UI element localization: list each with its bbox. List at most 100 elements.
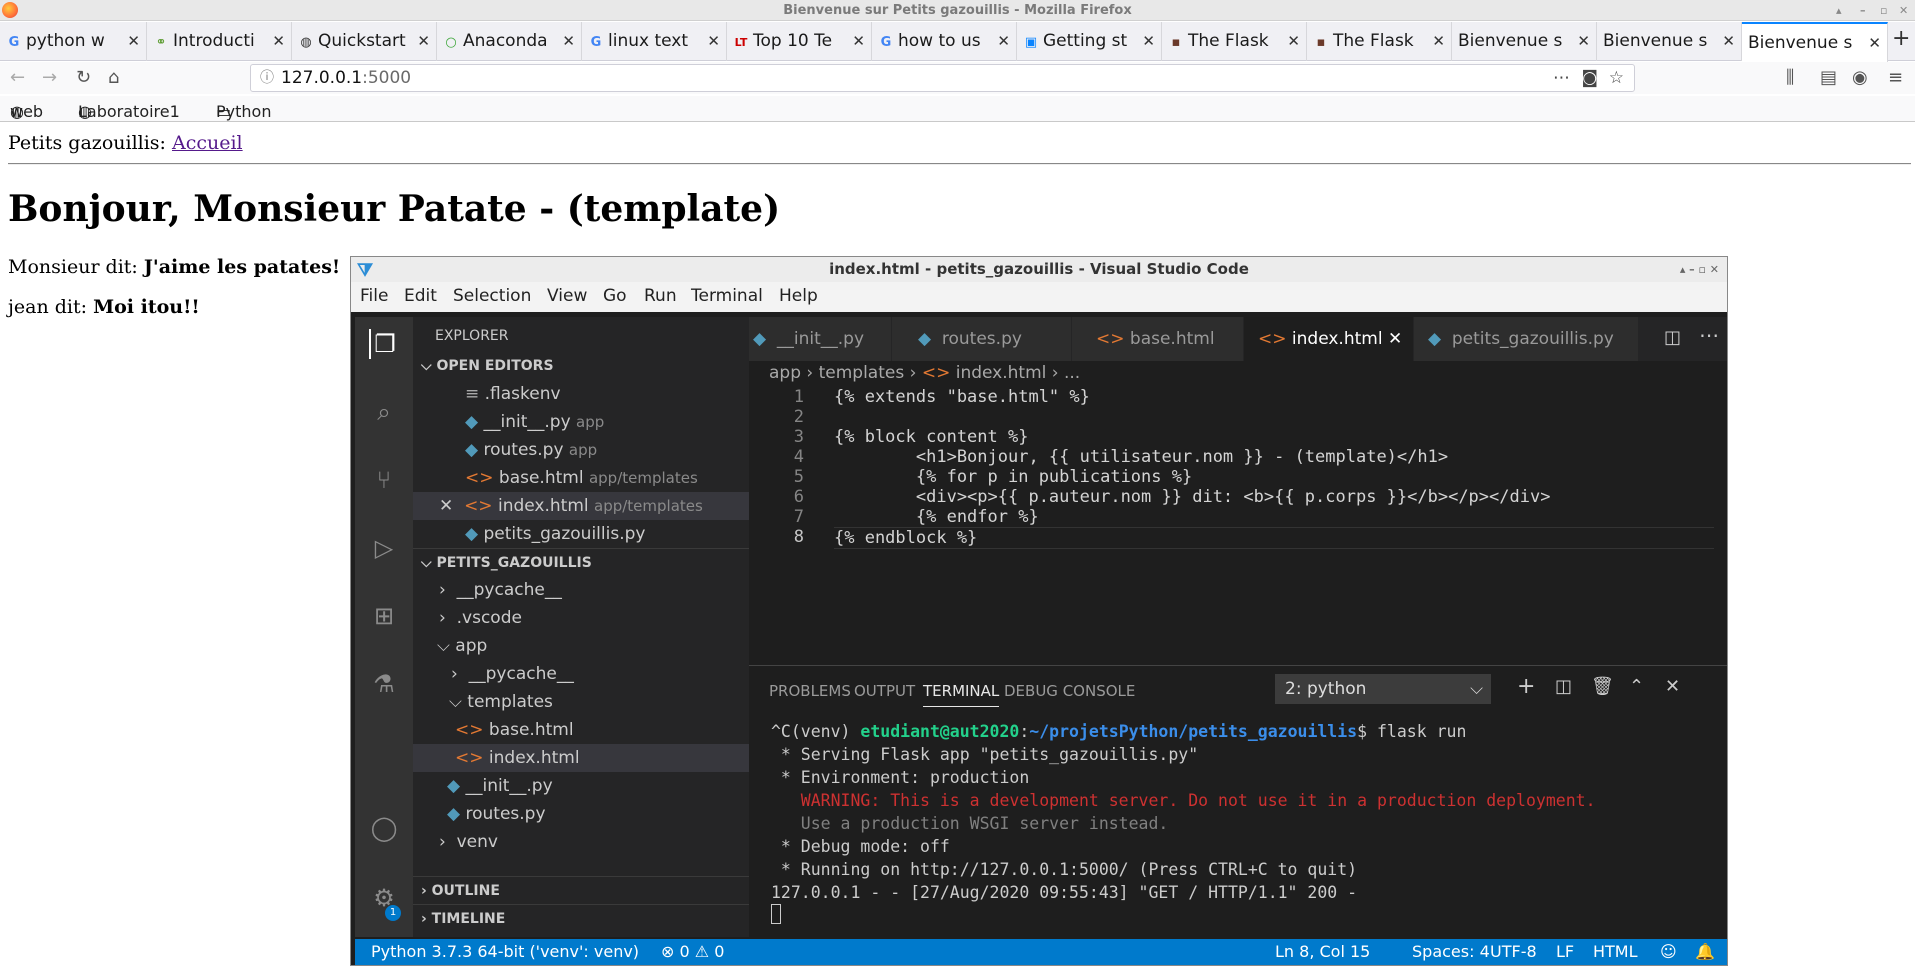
tree-file[interactable]: ◆ routes.py — [413, 800, 749, 828]
menu-icon[interactable]: ≡ — [1888, 66, 1903, 90]
browser-tab[interactable]: Gpython w ✕ — [0, 22, 147, 61]
run-debug-icon[interactable]: ▷ — [369, 533, 399, 563]
split-terminal-icon[interactable]: ◫ — [1555, 676, 1572, 697]
close-panel-icon[interactable]: ✕ — [1665, 676, 1680, 697]
tree-folder[interactable]: › __pycache__ — [413, 660, 749, 688]
close-tab-icon[interactable]: ✕ — [852, 22, 865, 61]
menu-edit[interactable]: Edit — [404, 286, 437, 306]
breadcrumb-item[interactable]: index.html — [956, 363, 1047, 383]
tab-base-html[interactable]: <> base.html — [1072, 317, 1244, 361]
breadcrumb-item[interactable]: templates — [819, 363, 905, 383]
close-tab-icon[interactable]: ✕ — [707, 22, 720, 61]
breadcrumb-item[interactable]: ... — [1064, 363, 1080, 383]
close-tab-icon[interactable]: ✕ — [1868, 24, 1881, 62]
explorer-icon[interactable]: ❐ — [369, 329, 399, 359]
sidebar-icon[interactable]: ▤ — [1820, 66, 1837, 90]
open-editor-item[interactable]: ◆ routes.py app — [413, 436, 749, 464]
close-tab-icon[interactable]: ✕ — [562, 22, 575, 61]
forward-icon[interactable]: → — [42, 66, 57, 90]
language-mode[interactable]: HTML — [1593, 939, 1638, 965]
back-icon[interactable]: ← — [10, 66, 25, 90]
problems-count[interactable]: ⊗ 0 ⚠ 0 — [661, 939, 724, 965]
close-tab-icon[interactable]: ✕ — [1722, 22, 1735, 61]
page-actions-icon[interactable]: ⋯ — [1553, 65, 1570, 91]
tab-terminal[interactable]: TERMINAL — [923, 682, 1000, 707]
tree-folder[interactable]: › venv — [413, 828, 749, 856]
home-icon[interactable]: ⌂ — [108, 66, 119, 90]
browser-tab[interactable]: ▪ The Flask ✕ — [1162, 22, 1307, 61]
new-tab-icon[interactable]: + — [1892, 26, 1910, 51]
menu-go[interactable]: Go — [603, 286, 627, 306]
minimize-icon[interactable]: – — [1860, 0, 1866, 21]
tree-folder[interactable]: ⌵ app — [413, 632, 749, 660]
close-tab-icon[interactable]: ✕ — [1142, 22, 1155, 61]
close-editor-icon[interactable]: ✕ — [439, 496, 453, 516]
tree-file[interactable]: <> base.html — [413, 716, 749, 744]
project-header[interactable]: ⌵ PETITS_GAZOUILLIS — [413, 548, 749, 576]
home-link[interactable]: Accueil — [172, 132, 243, 154]
browser-tab[interactable]: ▪ The Flask ✕ — [1307, 22, 1452, 61]
encoding[interactable]: UTF-8 — [1490, 939, 1537, 965]
library-icon[interactable]: ⫼ — [1786, 66, 1794, 90]
tab-petits-gazouillis-py[interactable]: ◆ petits_gazouillis.py — [1414, 317, 1639, 361]
close-window-icon[interactable]: ✕ — [1899, 0, 1908, 21]
reload-icon[interactable]: ↻ — [76, 66, 91, 90]
timeline-header[interactable]: › TIMELINE — [413, 904, 749, 932]
feedback-icon[interactable]: ☺ — [1660, 939, 1677, 965]
tab-problems[interactable]: PROBLEMS — [769, 682, 851, 700]
tree-folder[interactable]: ⌵ templates — [413, 688, 749, 716]
menu-terminal[interactable]: Terminal — [691, 286, 763, 306]
bookmark-star-icon[interactable]: ☆ — [1609, 65, 1624, 91]
open-editor-item[interactable]: ◆ petits_gazouillis.py — [413, 520, 749, 548]
pocket-icon[interactable]: ◙ — [1582, 65, 1599, 91]
close-tab-icon[interactable]: ✕ — [997, 22, 1010, 61]
split-editor-icon[interactable]: ◫ — [1664, 327, 1681, 348]
open-editor-item[interactable]: ≡ .flaskenv — [413, 380, 749, 408]
tree-file[interactable]: ◆ __init__.py — [413, 772, 749, 800]
menu-run[interactable]: Run — [644, 286, 677, 306]
extensions-icon[interactable]: ⊞ — [369, 601, 399, 631]
line-ending[interactable]: LF — [1556, 939, 1574, 965]
url-bar[interactable]: ⓘ 127.0.0.1:5000 ⋯ ◙ ☆ — [250, 64, 1635, 92]
indentation[interactable]: Spaces: 4 — [1412, 939, 1490, 965]
tree-folder[interactable]: › __pycache__ — [413, 576, 749, 604]
close-tab-icon[interactable]: ✕ — [272, 22, 285, 61]
tree-folder[interactable]: › .vscode — [413, 604, 749, 632]
window-controls[interactable]: ▴ – ▫ ✕ — [1680, 257, 1719, 282]
browser-tab[interactable]: LT Top 10 Te ✕ — [727, 22, 872, 61]
info-icon[interactable]: ⓘ — [260, 65, 274, 91]
browser-tab-active[interactable]: Bienvenue s ✕ — [1742, 22, 1888, 62]
browser-tab[interactable]: Bienvenue s ✕ — [1452, 22, 1597, 61]
terminal-output[interactable]: ^C(venv) etudiant@aut2020:~/projetsPytho… — [771, 720, 1596, 927]
close-tab-icon[interactable]: ✕ — [1432, 22, 1445, 61]
terminal-select[interactable]: 2: python ⌵ — [1275, 674, 1491, 704]
maximize-icon[interactable]: ▫ — [1880, 0, 1887, 21]
accounts-icon[interactable]: ◯ — [369, 813, 399, 843]
open-editor-item[interactable]: ◆ __init__.py app — [413, 408, 749, 436]
tab-debug-console[interactable]: DEBUG CONSOLE — [1004, 682, 1135, 700]
browser-tab[interactable]: ◍ Quickstart ✕ — [292, 22, 437, 61]
testing-flask-icon[interactable]: ⚗ — [369, 669, 399, 699]
open-editor-item-active[interactable]: ✕ <> index.html app/templates — [413, 492, 749, 520]
browser-tab[interactable]: Bienvenue s ✕ — [1597, 22, 1742, 61]
maximize-panel-icon[interactable]: ⌃ — [1629, 676, 1644, 697]
source-control-icon[interactable]: ⑂ — [369, 465, 399, 495]
browser-tab[interactable]: Ghow to us ✕ — [872, 22, 1017, 61]
minimize-window-icon[interactable]: ▴ — [1836, 0, 1842, 21]
tab-init-py[interactable]: ◆ __init__.py — [749, 317, 892, 361]
tab-routes-py[interactable]: ◆ routes.py — [892, 317, 1072, 361]
menu-selection[interactable]: Selection — [453, 286, 531, 306]
open-editors-header[interactable]: ⌵ OPEN EDITORS — [413, 352, 749, 380]
close-tab-icon[interactable]: ✕ — [1577, 22, 1590, 61]
menu-view[interactable]: View — [547, 286, 587, 306]
close-tab-icon[interactable]: ✕ — [127, 22, 140, 61]
close-tab-icon[interactable]: ✕ — [1287, 22, 1300, 61]
tab-index-html[interactable]: <> index.html ✕ — [1244, 317, 1414, 361]
menu-file[interactable]: File — [360, 286, 388, 306]
breadcrumb-item[interactable]: app — [769, 363, 801, 383]
outline-header[interactable]: › OUTLINE — [413, 876, 749, 904]
code-editor[interactable]: 1 2 3 4 5 6 7 8 {% extends "base.html" %… — [749, 387, 1724, 597]
trash-icon[interactable]: 🗑 — [1591, 676, 1614, 697]
browser-tab[interactable]: ▣ Getting st ✕ — [1017, 22, 1162, 61]
browser-tab[interactable]: ⚭ Introducti ✕ — [147, 22, 292, 61]
